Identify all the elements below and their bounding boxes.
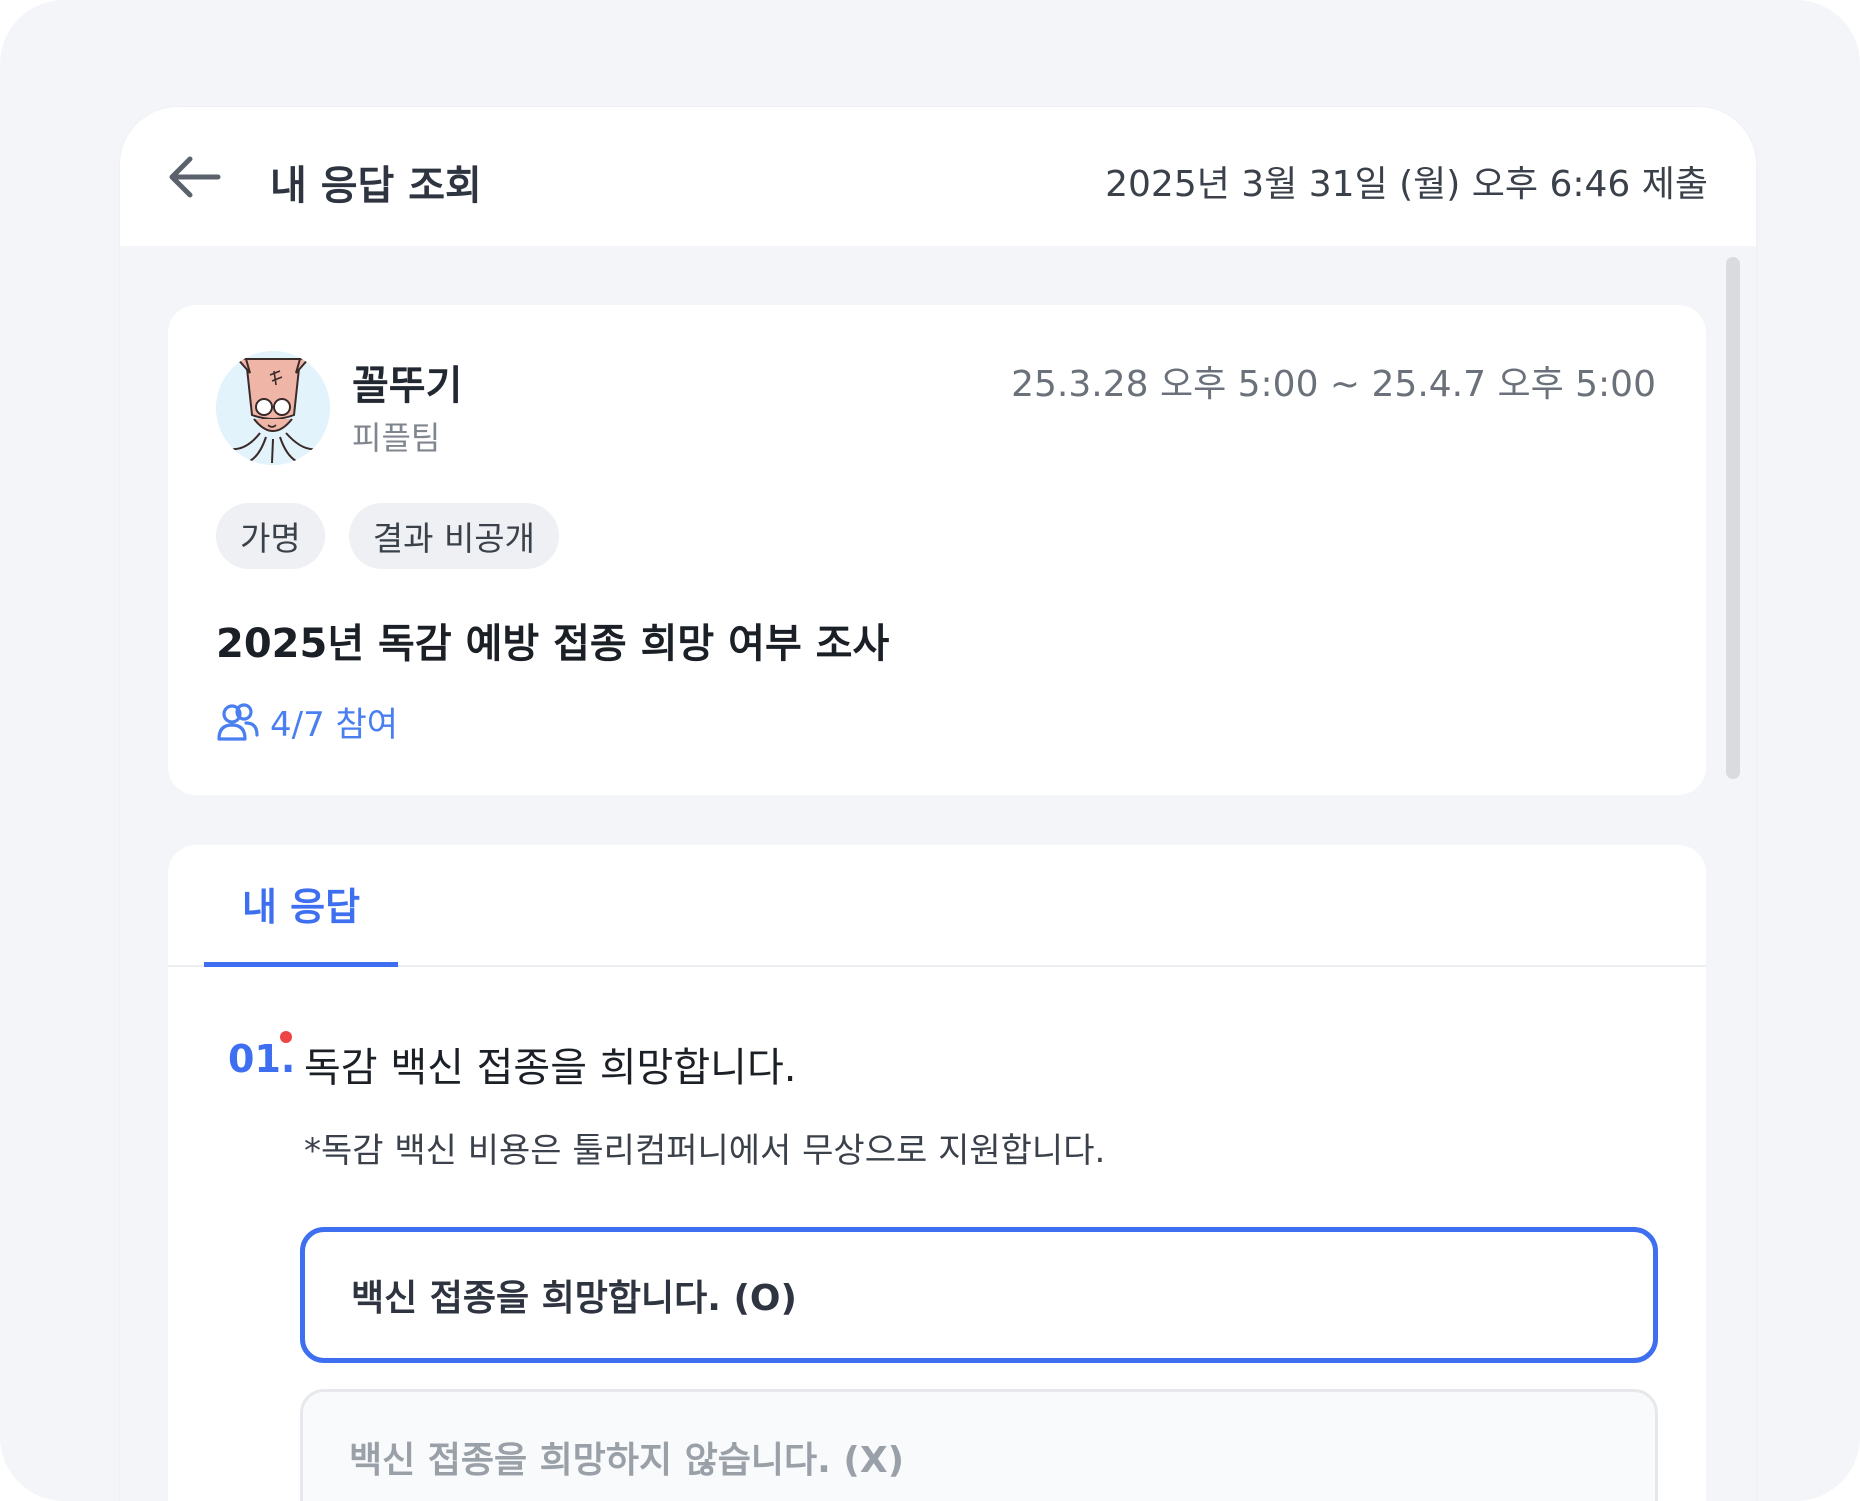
tag-list: 가명 결과 비공개 [216, 503, 560, 569]
question-description: *독감 백신 비용은 툴리컴퍼니에서 무상으로 지원합니다. [304, 1131, 1106, 1171]
response-card: 내 응답 01. 독감 백신 접종을 희망합니다. *독감 백신 비용은 툴리컴… [168, 845, 1706, 1501]
survey-title: 2025년 독감 예방 접종 희망 여부 조사 [216, 621, 890, 667]
option-no[interactable]: 백신 접종을 희망하지 않습니다. (X) [300, 1389, 1658, 1501]
tab-my-response[interactable]: 내 응답 [204, 845, 398, 967]
page-title: 내 응답 조회 [270, 163, 482, 209]
question-text: 독감 백신 접종을 희망합니다. [304, 1045, 797, 1091]
background-frame: 내 응답 조회 2025년 3월 31일 (월) 오후 6:46 제출 꼴뚜기 … [0, 0, 1860, 1501]
squid-avatar-icon [216, 351, 330, 465]
submitted-timestamp: 2025년 3월 31일 (월) 오후 6:46 제출 [1105, 164, 1708, 205]
participation-count: 4/7 참여 [216, 697, 398, 746]
required-indicator [280, 1031, 292, 1043]
users-icon [217, 702, 259, 741]
tab-bar: 내 응답 [168, 845, 1706, 967]
option-yes[interactable]: 백신 접종을 희망합니다. (O) [300, 1227, 1658, 1363]
response-view-window: 내 응답 조회 2025년 3월 31일 (월) 오후 6:46 제출 꼴뚜기 … [120, 107, 1756, 1501]
participation-label: 4/7 참여 [270, 705, 399, 745]
arrow-left-icon [169, 156, 221, 198]
survey-period: 25.3.28 오후 5:00 ~ 25.4.7 오후 5:00 [1011, 364, 1656, 405]
top-bar: 내 응답 조회 2025년 3월 31일 (월) 오후 6:46 제출 [120, 107, 1756, 246]
tag-results-private: 결과 비공개 [348, 503, 560, 569]
scrollbar[interactable] [1726, 257, 1740, 779]
tag-anonymous: 가명 [216, 503, 325, 569]
back-button[interactable] [164, 147, 224, 207]
avatar [216, 351, 330, 465]
author-team: 피플팀 [352, 419, 441, 457]
author-name: 꼴뚜기 [352, 363, 463, 409]
question-number: 01. [228, 1037, 296, 1081]
survey-info-card: 꼴뚜기 피플팀 25.3.28 오후 5:00 ~ 25.4.7 오후 5:00… [168, 305, 1706, 795]
